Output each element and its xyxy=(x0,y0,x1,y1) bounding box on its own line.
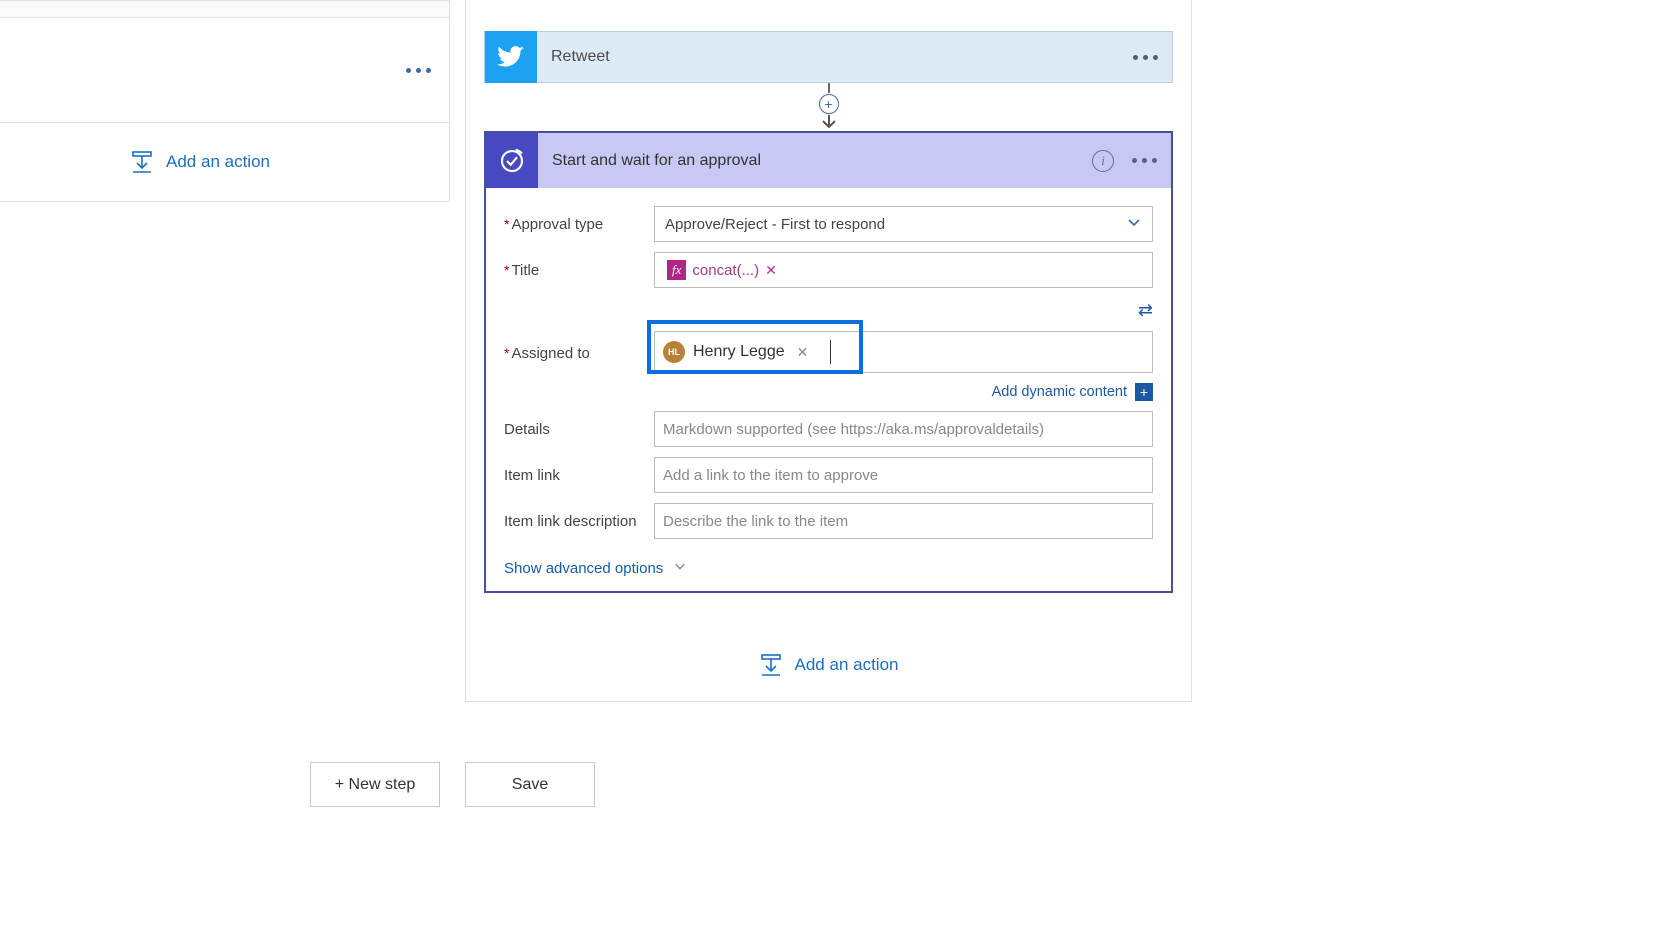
new-step-button[interactable]: + New step xyxy=(310,762,440,807)
item-link-label: Item link xyxy=(504,467,654,484)
add-dynamic-content-button[interactable]: Add dynamic content + xyxy=(504,383,1153,401)
twitter-icon xyxy=(485,31,537,83)
add-action-label: Add an action xyxy=(166,152,270,172)
branch-header-stub xyxy=(0,1,449,18)
approval-type-label: *Approval type xyxy=(504,216,654,233)
approval-card: Start and wait for an approval i *Approv… xyxy=(484,131,1173,593)
assigned-to-input[interactable]: HL Henry Legge ✕ xyxy=(654,331,1153,373)
approval-card-header[interactable]: Start and wait for an approval i xyxy=(486,133,1171,188)
show-advanced-options-button[interactable]: Show advanced options xyxy=(504,559,1153,581)
details-text-input[interactable] xyxy=(661,421,1146,438)
action-retweet-card[interactable]: Retweet xyxy=(484,31,1173,83)
approvals-icon xyxy=(486,133,538,188)
expression-text: concat(...) xyxy=(692,262,759,279)
save-button[interactable]: Save xyxy=(465,762,595,807)
ellipsis-icon[interactable] xyxy=(1132,158,1171,163)
insert-step-icon xyxy=(130,150,154,174)
title-input[interactable]: fx concat(...) ✕ xyxy=(654,252,1153,288)
remove-person-button[interactable]: ✕ xyxy=(797,344,809,361)
approval-type-value: Approve/Reject - First to respond xyxy=(665,216,885,233)
item-link-desc-input[interactable] xyxy=(654,503,1153,539)
item-link-desc-label: Item link description xyxy=(504,513,654,530)
footer-buttons: + New step Save xyxy=(310,762,595,807)
swap-mode-icon[interactable]: ⇄ xyxy=(1138,300,1153,321)
show-advanced-label: Show advanced options xyxy=(504,560,663,577)
flow-connector xyxy=(828,597,830,645)
add-step-inline-button[interactable]: + xyxy=(819,94,839,114)
add-dynamic-content-label: Add dynamic content xyxy=(992,384,1127,400)
remove-token-button[interactable]: ✕ xyxy=(765,262,777,279)
fx-icon: fx xyxy=(667,260,686,280)
avatar: HL xyxy=(663,341,685,363)
info-icon[interactable]: i xyxy=(1092,150,1114,172)
title-label: *Title xyxy=(504,262,654,279)
text-caret xyxy=(830,340,831,364)
retweet-title: Retweet xyxy=(537,48,1133,66)
item-link-desc-text-input[interactable] xyxy=(661,513,1146,530)
add-action-button[interactable]: Add an action xyxy=(0,123,449,201)
approval-type-select[interactable]: Approve/Reject - First to respond xyxy=(654,206,1153,242)
ellipsis-icon[interactable] xyxy=(406,68,431,73)
item-link-input[interactable] xyxy=(654,457,1153,493)
details-input[interactable] xyxy=(654,411,1153,447)
left-branch-card: Add an action xyxy=(0,0,450,202)
assigned-to-label: *Assigned to xyxy=(504,345,654,362)
main-branch-container: Retweet + Start and wait for an approval… xyxy=(465,0,1192,702)
person-name: Henry Legge xyxy=(693,343,785,361)
add-action-label: Add an action xyxy=(795,655,899,675)
chevron-down-icon xyxy=(673,559,687,577)
branch-action-stub xyxy=(0,18,449,123)
chevron-down-icon xyxy=(1126,214,1142,234)
person-chip[interactable]: HL Henry Legge ✕ xyxy=(659,335,812,369)
plus-icon: + xyxy=(1135,383,1153,401)
expression-token[interactable]: fx concat(...) ✕ xyxy=(661,257,783,283)
insert-step-icon xyxy=(759,653,783,677)
add-action-button[interactable]: Add an action xyxy=(466,653,1191,677)
item-link-text-input[interactable] xyxy=(661,467,1146,484)
flow-connector: + xyxy=(809,83,849,131)
details-label: Details xyxy=(504,421,654,438)
ellipsis-icon[interactable] xyxy=(1133,55,1172,60)
approval-title: Start and wait for an approval xyxy=(538,152,1092,170)
